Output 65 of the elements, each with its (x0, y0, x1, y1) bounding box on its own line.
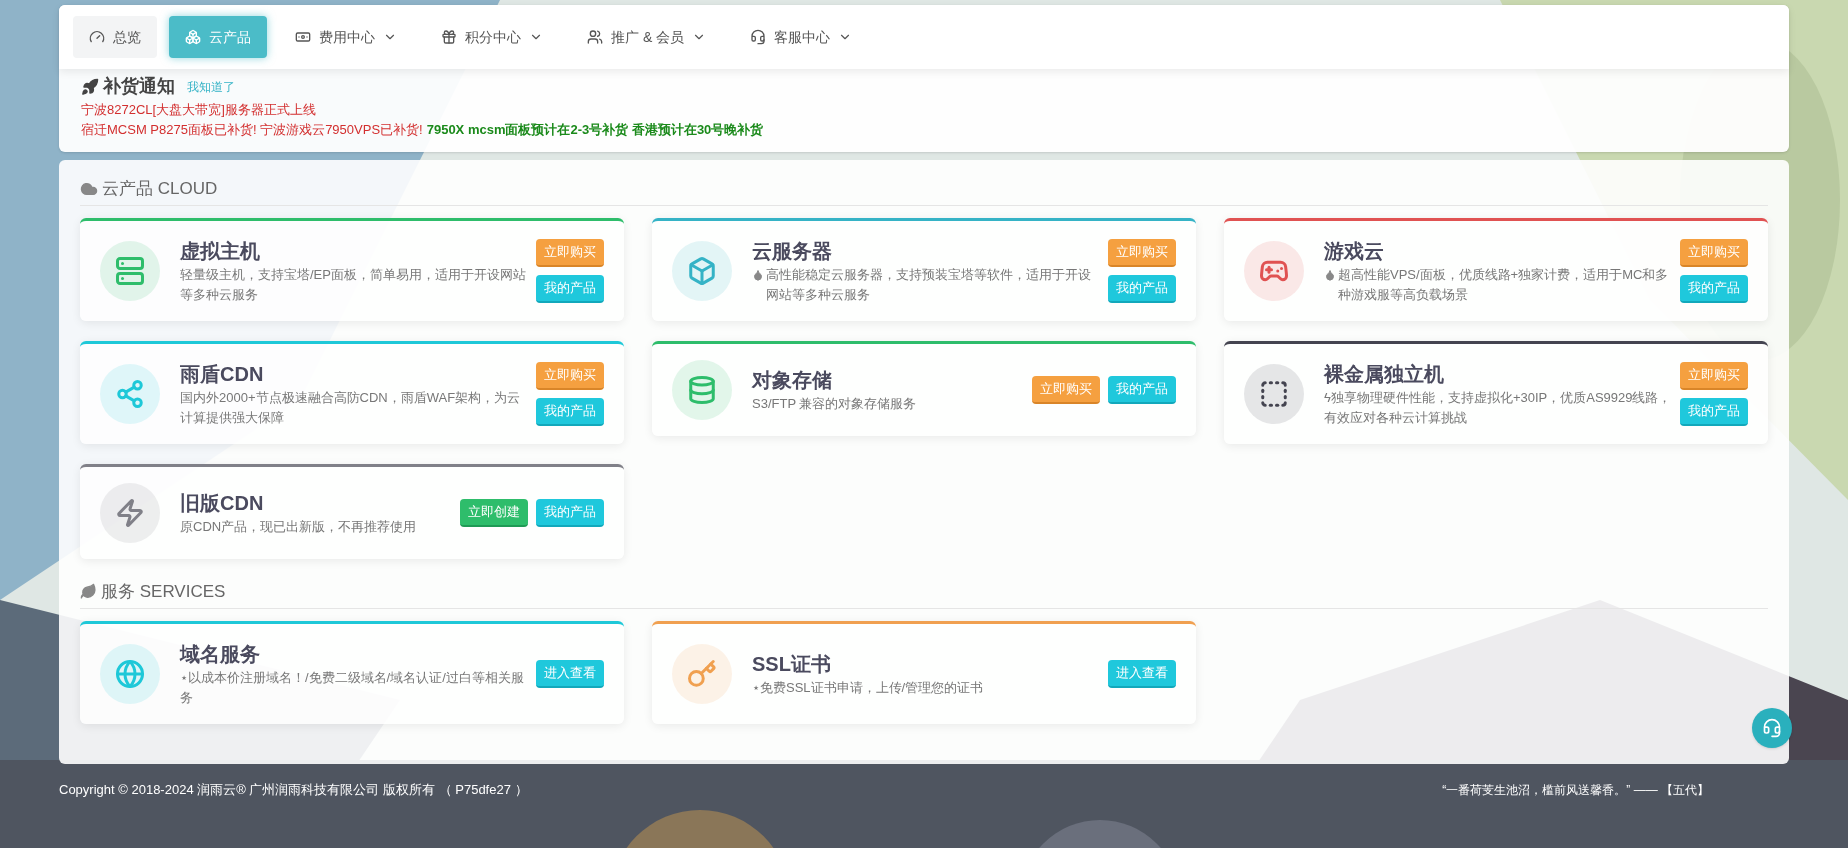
view-button[interactable]: 进入查看 (1108, 660, 1176, 688)
nodes-icon (100, 364, 160, 424)
product-description: ⋆以成本价注册域名！/免费二级域名/域名认证/过白等相关服务 (180, 669, 525, 707)
my-products-button[interactable]: 我的产品 (1680, 275, 1748, 303)
section-heading: 云产品 CLOUD (102, 177, 218, 200)
buy-button[interactable]: 立即购买 (1108, 239, 1176, 267)
product-title: 云服务器 (752, 239, 833, 264)
droplet-icon (1324, 269, 1336, 281)
support-chat-button[interactable] (1752, 708, 1792, 748)
product-description: ϟ独享物理硬件性能，支持虚拟化+30IP，优质AS9929线路，有效应对各种云计算挑战 (1324, 389, 1672, 427)
product-title: 旧版CDN (180, 491, 265, 516)
cubes-icon (185, 29, 201, 45)
users-icon (587, 29, 603, 45)
droplet-icon (752, 269, 764, 281)
view-button[interactable]: 进入查看 (536, 660, 604, 688)
product-title: 域名服务 (180, 642, 261, 667)
notice-text: 宿迁MCSM P8275面板已补货! 宁波游戏云7950VPS已补货! (81, 121, 423, 139)
product-title: 雨盾CDN (180, 362, 265, 387)
buy-button[interactable]: 立即购买 (1032, 376, 1100, 404)
gauge-icon (89, 29, 105, 45)
dismiss-link[interactable]: 我知道了 (187, 77, 235, 96)
product-title: 游戏云 (1324, 239, 1385, 264)
my-products-button[interactable]: 我的产品 (536, 398, 604, 426)
banknote-icon (295, 29, 311, 45)
nav-tab[interactable]: 积分中心 (425, 16, 559, 58)
my-products-button[interactable]: 我的产品 (536, 275, 604, 303)
quote-text: “一番荷芰生池沼，槛前风送馨香。” —— 【五代】 (1442, 781, 1709, 799)
gift-icon (441, 29, 457, 45)
product-description: 轻量级主机，支持宝塔/EP面板，简单易用，适用于开设网站等多种云服务 (180, 266, 527, 304)
product-description: 原CDN产品，现已出新版，不再推荐使用 (180, 518, 417, 536)
product-title: 虚拟主机 (180, 239, 261, 264)
database-icon (672, 360, 732, 420)
copyright-text: Copyright © 2018-2024 润雨云® 广州润雨科技有限公司 版权所有 （ P75dfe27 ） (59, 781, 528, 799)
buy-button[interactable]: 立即购买 (1680, 239, 1748, 267)
server-icon (100, 241, 160, 301)
my-products-button[interactable]: 我的产品 (1680, 398, 1748, 426)
product-title: 裸金属独立机 (1324, 362, 1445, 387)
product-description: S3/FTP 兼容的对象存储服务 (752, 395, 917, 413)
nav-tab[interactable]: 客服中心 (734, 16, 869, 58)
product-title: 对象存储 (752, 368, 833, 393)
my-products-button[interactable]: 我的产品 (1108, 275, 1176, 303)
product-description: ⋆免费SSL证书申请，上传/管理您的证书 (752, 679, 984, 697)
buy-button[interactable]: 立即购买 (536, 362, 604, 390)
product-description: 国内外2000+节点极速融合高防CDN，雨盾WAF架构，为云计算提供强大保障 (180, 389, 522, 427)
my-products-button[interactable]: 我的产品 (1108, 376, 1176, 404)
buy-button[interactable]: 立即购买 (536, 239, 604, 267)
my-products-button[interactable]: 我的产品 (536, 499, 604, 527)
nav-tab[interactable]: 费用中心 (279, 16, 413, 58)
notice-text: 宁波8272CL[大盘大带宽]服务器正式上线 (81, 101, 316, 119)
notice-text: 7950X mcsm面板预计在2-3号补货 香港预计在30号晚补货 (426, 121, 764, 139)
product-description: 高性能稳定云服务器，支持预装宝塔等软件，适用于开设网站等多种云服务 (766, 266, 1092, 304)
leaf-icon (80, 583, 97, 600)
nav-tab[interactable]: 云产品 (169, 16, 267, 58)
nav-tab[interactable]: 推广 & 会员 (571, 16, 723, 58)
product-title: SSL证书 (752, 652, 832, 677)
headset-icon (750, 29, 767, 45)
notice-title: 补货通知 (103, 75, 175, 98)
section-heading: 服务 SERVICES (101, 580, 226, 603)
rocket-icon (81, 77, 99, 96)
globe-icon (100, 644, 160, 704)
nav-tab[interactable]: 总览 (73, 16, 157, 58)
headset-icon (1762, 718, 1782, 738)
product-description: 超高性能VPS/面板，优质线路+独家计费，适用于MC和多种游戏服等高负载场景 (1338, 266, 1670, 304)
buy-button[interactable]: 立即购买 (1680, 362, 1748, 390)
create-button[interactable]: 立即创建 (460, 499, 528, 527)
